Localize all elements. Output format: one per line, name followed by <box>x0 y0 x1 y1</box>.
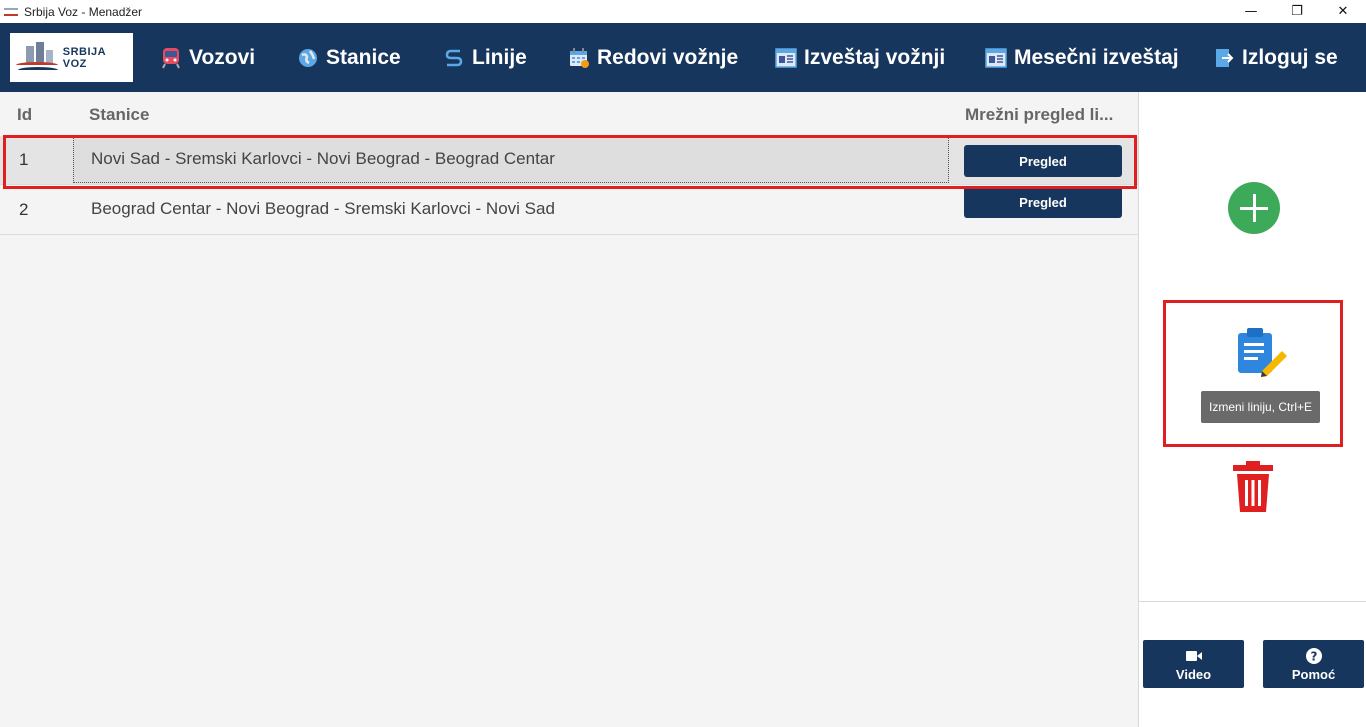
nav-item-linije[interactable]: Linije <box>443 23 527 92</box>
train-icon <box>160 47 182 69</box>
srbija-voz-logo: SRBIJA VOZ <box>10 33 133 82</box>
nav-item-mesecni-izvestaj[interactable]: Mesečni izveštaj <box>985 23 1179 92</box>
globe-icon <box>297 47 319 69</box>
maximize-icon[interactable]: ❐ <box>1274 0 1320 23</box>
sidebar-divider <box>1139 601 1366 602</box>
nav-item-label: Mesečni izveštaj <box>1014 45 1179 69</box>
column-header-id[interactable]: Id <box>17 105 32 125</box>
video-camera-icon <box>1185 647 1203 665</box>
column-header-mrezni-pregled[interactable]: Mrežni pregled li... <box>965 105 1125 125</box>
window-title: Srbija Voz - Menadžer <box>24 4 143 19</box>
route-icon <box>443 47 465 69</box>
table-header: Id Stanice Mrežni pregled li... <box>0 92 1138 136</box>
video-label: Video <box>1175 666 1212 682</box>
nav-item-vozovi[interactable]: Vozovi <box>160 23 255 92</box>
nav-item-label: Vozovi <box>189 45 256 69</box>
title-bar: Srbija Voz - Menadžer — ❐ ✕ <box>0 0 1366 23</box>
edit-tooltip: Izmeni liniju, Ctrl+E <box>1201 391 1320 423</box>
nav-item-label: Redovi vožnje <box>597 45 739 69</box>
nav-item-label: Izloguj se <box>1242 45 1338 69</box>
nav-item-stanice[interactable]: Stanice <box>297 23 401 92</box>
edit-clipboard-icon[interactable] <box>1232 323 1290 381</box>
action-sidebar: Izmeni liniju, Ctrl+E Video ? Pomoć <box>1138 92 1366 727</box>
help-icon: ? <box>1305 647 1323 665</box>
app-icon <box>4 7 18 16</box>
video-button[interactable]: Video <box>1143 640 1244 688</box>
main-navbar: SRBIJA VOZ Vozovi Stanice Linije Redovi <box>0 23 1366 92</box>
report-icon <box>775 47 797 69</box>
lines-table: Id Stanice Mrežni pregled li... 1 Novi S… <box>0 92 1138 727</box>
logout-icon <box>1213 47 1235 69</box>
svg-text:?: ? <box>1310 649 1317 663</box>
edit-line-highlight: Izmeni liniju, Ctrl+E <box>1163 300 1343 447</box>
logo-mark <box>16 41 60 74</box>
nav-item-izloguj-se[interactable]: Izloguj se <box>1213 23 1338 92</box>
add-line-button[interactable] <box>1228 182 1280 234</box>
pregled-button[interactable]: Pregled <box>964 186 1122 218</box>
row-stanice: Beograd Centar - Novi Beograd - Sremski … <box>91 199 555 218</box>
report-icon <box>985 47 1007 69</box>
calendar-icon <box>568 47 590 69</box>
nav-item-label: Linije <box>472 45 527 69</box>
table-row[interactable]: 2 Beograd Centar - Novi Beograd - Sremsk… <box>0 186 1138 235</box>
trash-icon <box>1233 461 1273 512</box>
nav-item-label: Izveštaj vožnji <box>804 45 946 69</box>
help-label: Pomoć <box>1291 666 1336 682</box>
row-id: 1 <box>19 150 29 169</box>
nav-item-redovi-voznje[interactable]: Redovi vožnje <box>568 23 738 92</box>
pregled-button[interactable]: Pregled <box>964 145 1122 177</box>
minimize-icon[interactable]: — <box>1228 0 1274 23</box>
help-button[interactable]: ? Pomoć <box>1263 640 1364 688</box>
row-id: 2 <box>19 200 29 219</box>
nav-item-izvestaj-voznji[interactable]: Izveštaj vožnji <box>775 23 945 92</box>
nav-item-label: Stanice <box>326 45 401 69</box>
logo-text: SRBIJA VOZ <box>62 45 106 70</box>
column-header-stanice[interactable]: Stanice <box>89 105 149 125</box>
app-window: Srbija Voz - Menadžer — ❐ ✕ SRBIJA VOZ V… <box>0 0 1366 727</box>
table-row[interactable]: 1 Novi Sad - Sremski Karlovci - Novi Beo… <box>0 136 1138 185</box>
delete-line-button[interactable] <box>1231 460 1275 514</box>
row-stanice: Novi Sad - Sremski Karlovci - Novi Beogr… <box>91 149 555 168</box>
close-icon[interactable]: ✕ <box>1320 0 1366 23</box>
